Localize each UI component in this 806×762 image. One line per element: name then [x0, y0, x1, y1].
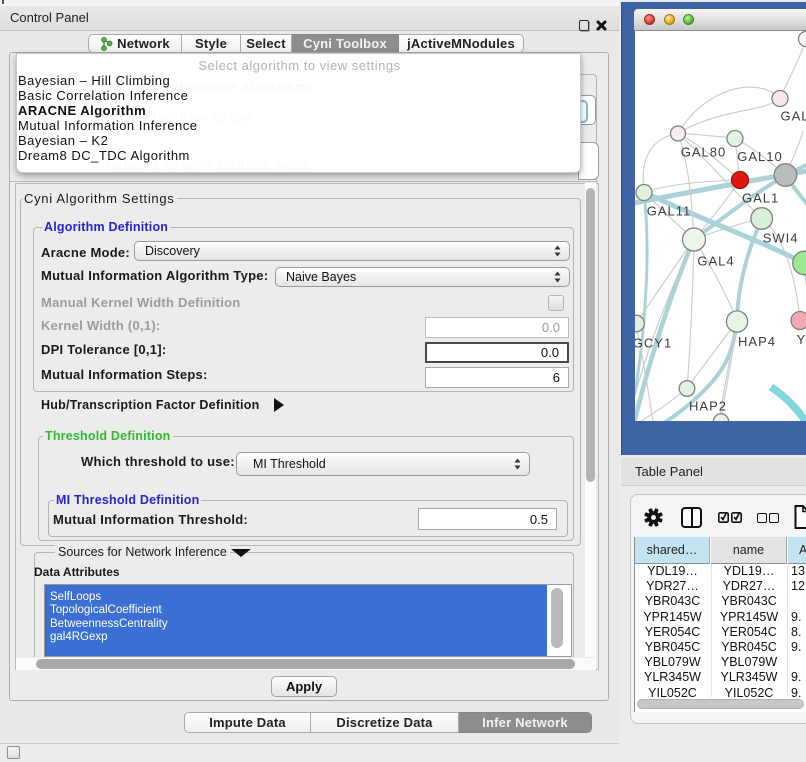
- svg-text:GAL4: GAL4: [697, 254, 734, 269]
- svg-text:GAL80: GAL80: [681, 145, 726, 160]
- svg-text:SWI4: SWI4: [763, 231, 799, 246]
- svg-text:GAL: GAL: [780, 109, 806, 124]
- svg-text:HAP2: HAP2: [689, 399, 727, 414]
- svg-text:HAP4: HAP4: [738, 334, 776, 349]
- svg-text:GCY1: GCY1: [635, 336, 672, 351]
- svg-text:GAL1: GAL1: [742, 191, 779, 206]
- svg-text:Y: Y: [797, 332, 806, 347]
- svg-text:GAL10: GAL10: [737, 149, 782, 164]
- svg-text:GAL11: GAL11: [647, 204, 692, 219]
